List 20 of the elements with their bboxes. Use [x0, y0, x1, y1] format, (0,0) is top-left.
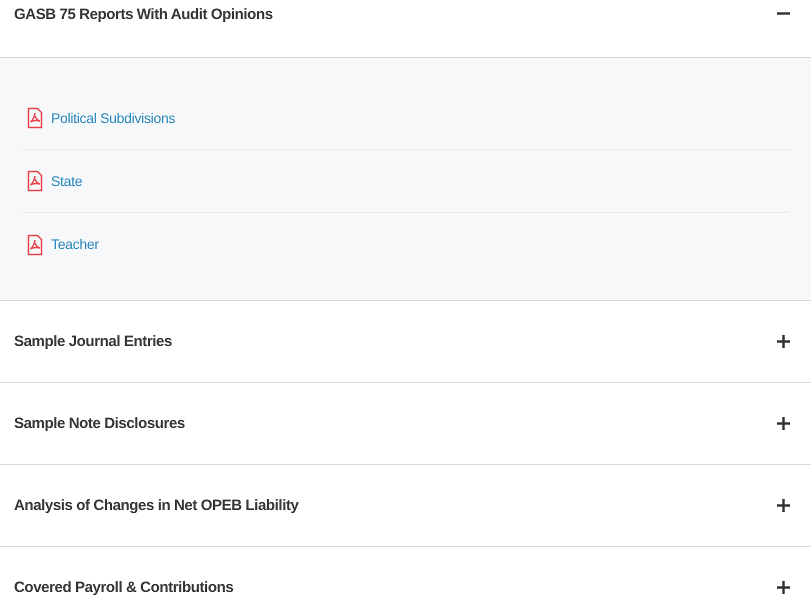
pdf-file-icon: [27, 107, 43, 129]
section-title: Sample Note Disclosures: [14, 416, 185, 432]
section-title: GASB 75 Reports With Audit Opinions: [14, 7, 273, 23]
expand-icon[interactable]: [777, 581, 790, 594]
section-title: Analysis of Changes in Net OPEB Liability: [14, 498, 298, 514]
accordion-header[interactable]: Sample Note Disclosures: [0, 383, 811, 464]
expand-icon[interactable]: [777, 417, 790, 430]
accordion-header[interactable]: Sample Journal Entries: [0, 301, 811, 382]
accordion-header[interactable]: Analysis of Changes in Net OPEB Liability: [0, 465, 811, 546]
pdf-link[interactable]: Teacher: [51, 234, 99, 255]
section-title: Covered Payroll & Contributions: [14, 580, 234, 596]
expand-icon[interactable]: [777, 335, 790, 348]
pdf-file-icon: [27, 234, 43, 256]
expand-icon[interactable]: [777, 499, 790, 512]
pdf-link[interactable]: State: [51, 170, 82, 192]
accordion-header[interactable]: Covered Payroll & Contributions: [0, 547, 811, 599]
pdf-file-icon: [27, 170, 43, 192]
accordion-header[interactable]: GASB 75 Reports With Audit Opinions: [0, 0, 811, 57]
section-title: Sample Journal Entries: [14, 334, 172, 350]
pdf-link[interactable]: Political Subdivisions: [51, 108, 176, 128]
